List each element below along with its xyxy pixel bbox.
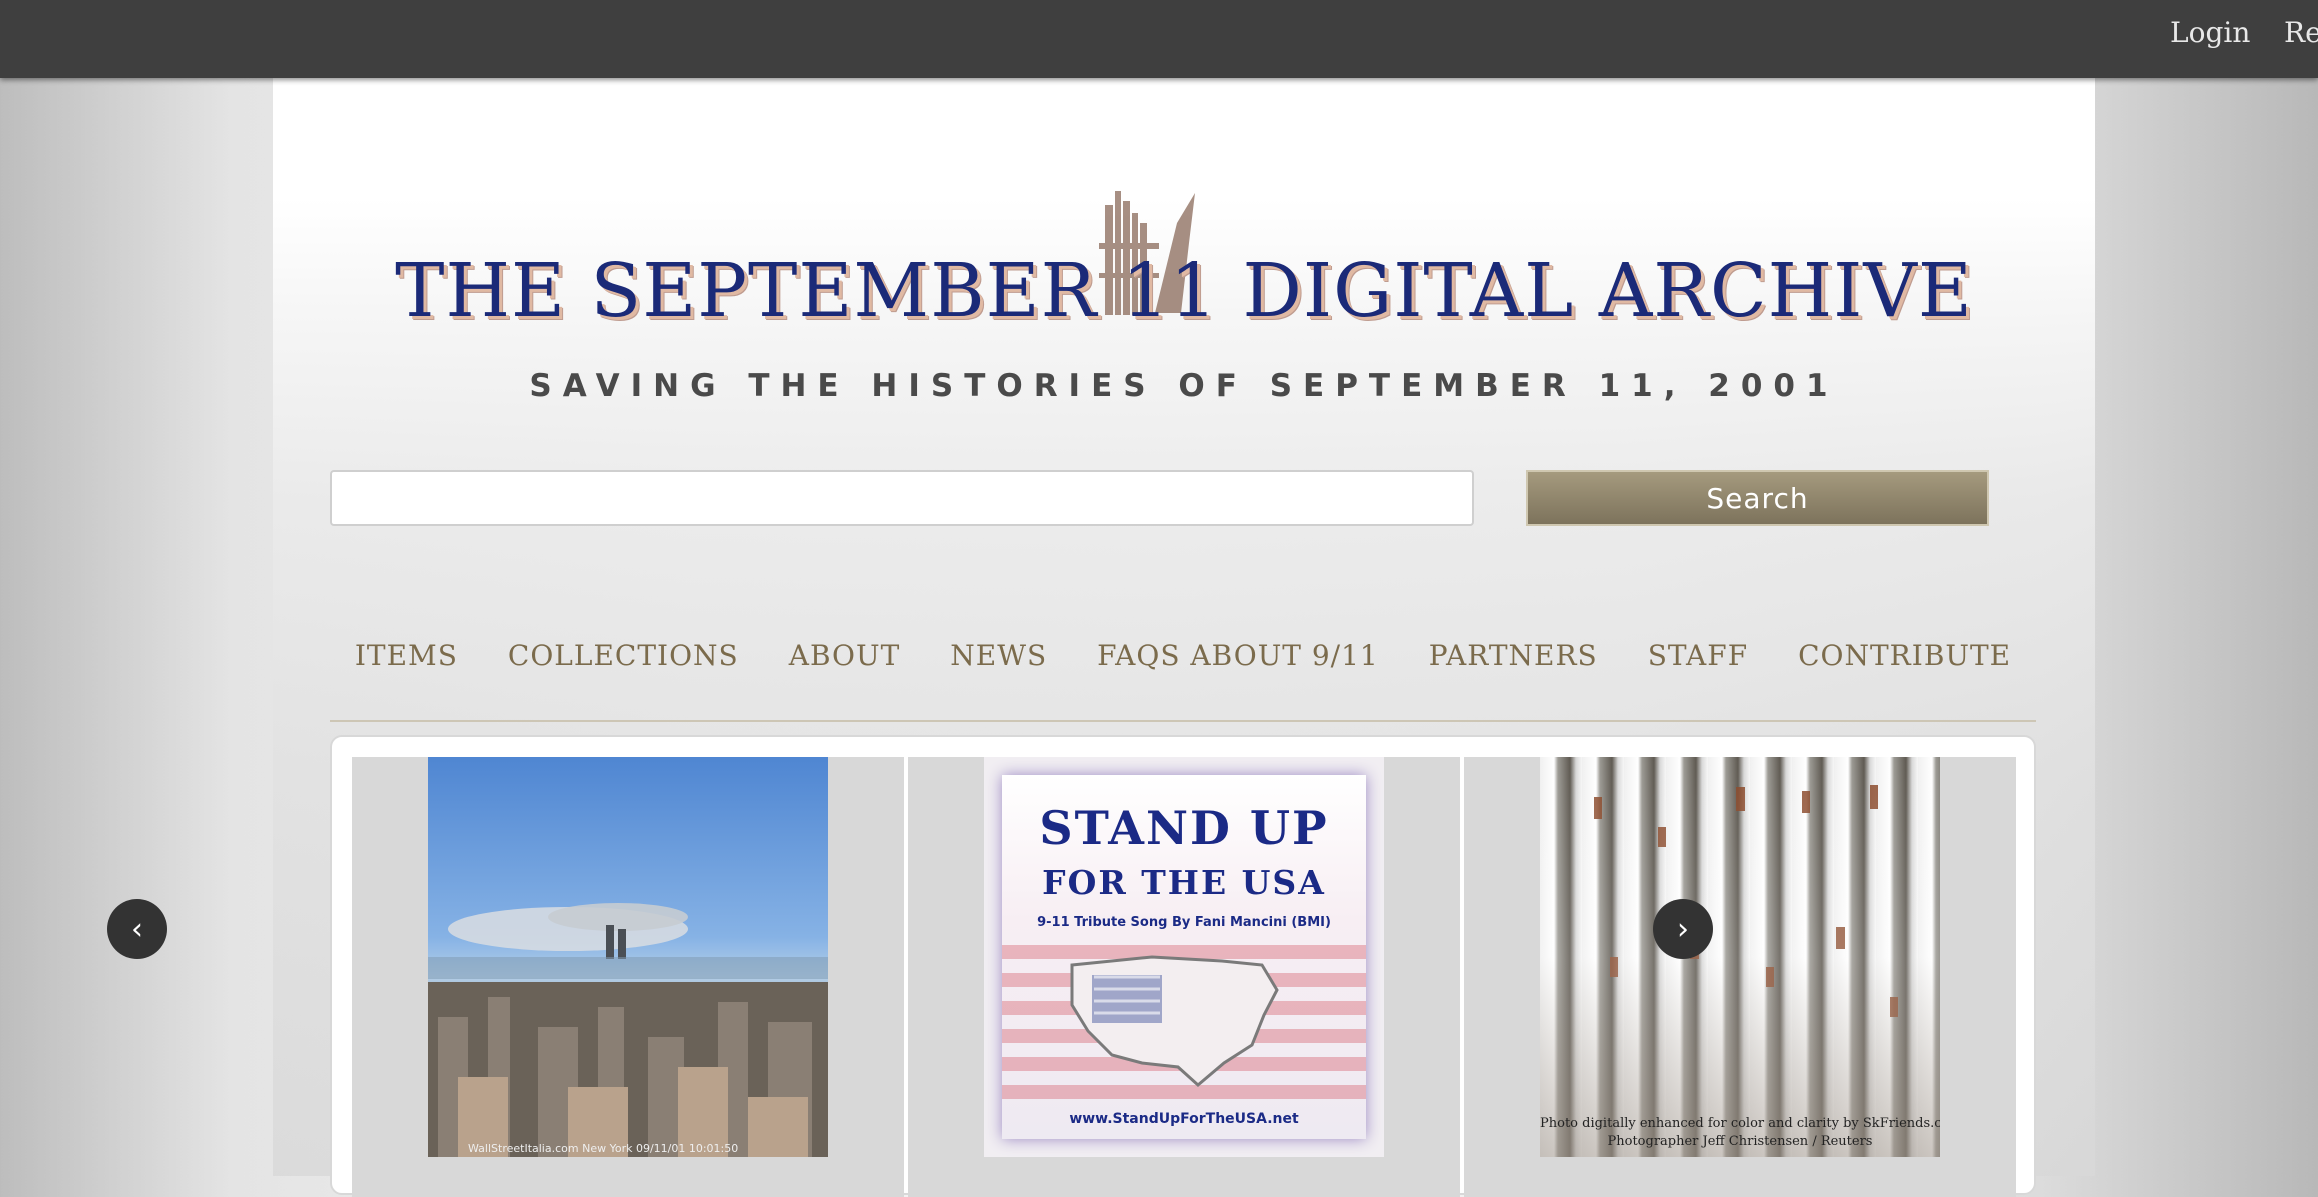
nyc-skyline-smoke-image[interactable]: WallStreetItalia.com New York 09/11/01 1…: [428, 757, 828, 1157]
chevron-right-icon: ›: [1677, 911, 1689, 947]
nav-item-contribute[interactable]: CONTRIBUTE: [1798, 638, 2011, 674]
site-subtitle: SAVING THE HISTORIES OF SEPTEMBER 11, 20…: [529, 368, 1839, 404]
skyline-illustration: [428, 903, 828, 1157]
nav-item-news[interactable]: NEWS: [950, 638, 1047, 674]
nav-item-faqs[interactable]: FAQS ABOUT 9/11: [1097, 638, 1379, 674]
image-caption: WallStreetItalia.com New York 09/11/01 1…: [468, 1142, 739, 1155]
page-container: THE SEPTEMBER 11 DIGITAL ARCHIVE SAVING …: [273, 78, 2095, 1197]
carousel-slide[interactable]: Photo digitally enhanced for color and c…: [1464, 757, 2016, 1197]
site-title: THE SEPTEMBER 11 DIGITAL ARCHIVE: [395, 248, 1973, 334]
nav-item-items[interactable]: ITEMS: [355, 638, 458, 674]
nav-item-collections[interactable]: COLLECTIONS: [508, 638, 739, 674]
for-the-usa-headline: FOR THE USA: [1042, 863, 1326, 902]
login-link[interactable]: Login: [2170, 16, 2250, 49]
nav-item-partners[interactable]: PARTNERS: [1429, 638, 1598, 674]
stand-up-headline: STAND UP: [1039, 801, 1329, 855]
stand-up-url: www.StandUpForTheUSA.net: [1069, 1111, 1299, 1127]
site-logo[interactable]: THE SEPTEMBER 11 DIGITAL ARCHIVE SAVING …: [273, 78, 2095, 438]
featured-items-carousel: WallStreetItalia.com New York 09/11/01 1…: [330, 735, 2036, 1197]
carousel-next-button[interactable]: ›: [1653, 899, 1713, 959]
search-input[interactable]: [330, 470, 1474, 526]
nav-item-about[interactable]: ABOUT: [789, 638, 901, 674]
carousel-slide[interactable]: WallStreetItalia.com New York 09/11/01 1…: [352, 757, 904, 1197]
top-bar: Login Re: [0, 0, 2318, 78]
stand-up-for-the-usa-image[interactable]: STAND UP FOR THE USA 9-11 Tribute Song B…: [984, 757, 1384, 1157]
smoke-haze: [1540, 757, 1940, 1157]
register-link[interactable]: Re: [2284, 16, 2318, 49]
search-button-label: Search: [1706, 481, 1809, 515]
image-caption: Photo digitally enhanced for color and c…: [1540, 1116, 1940, 1131]
main-navigation: ITEMS COLLECTIONS ABOUT NEWS FAQS ABOUT …: [330, 638, 2036, 722]
carousel-slide[interactable]: STAND UP FOR THE USA 9-11 Tribute Song B…: [908, 757, 1460, 1197]
photographer-credit: Photographer Jeff Christensen / Reuters: [1607, 1134, 1873, 1149]
search-button[interactable]: Search: [1526, 470, 1989, 526]
us-map-flag-icon: [1002, 945, 1366, 1099]
chevron-left-icon: ‹: [131, 911, 143, 947]
stand-up-card: STAND UP FOR THE USA 9-11 Tribute Song B…: [1002, 775, 1366, 1139]
tribute-song-credit: 9-11 Tribute Song By Fani Mancini (BMI): [1037, 915, 1331, 930]
carousel-prev-button[interactable]: ‹: [107, 899, 167, 959]
tower-facade-image[interactable]: Photo digitally enhanced for color and c…: [1540, 757, 1940, 1157]
nav-item-staff[interactable]: STAFF: [1648, 638, 1748, 674]
